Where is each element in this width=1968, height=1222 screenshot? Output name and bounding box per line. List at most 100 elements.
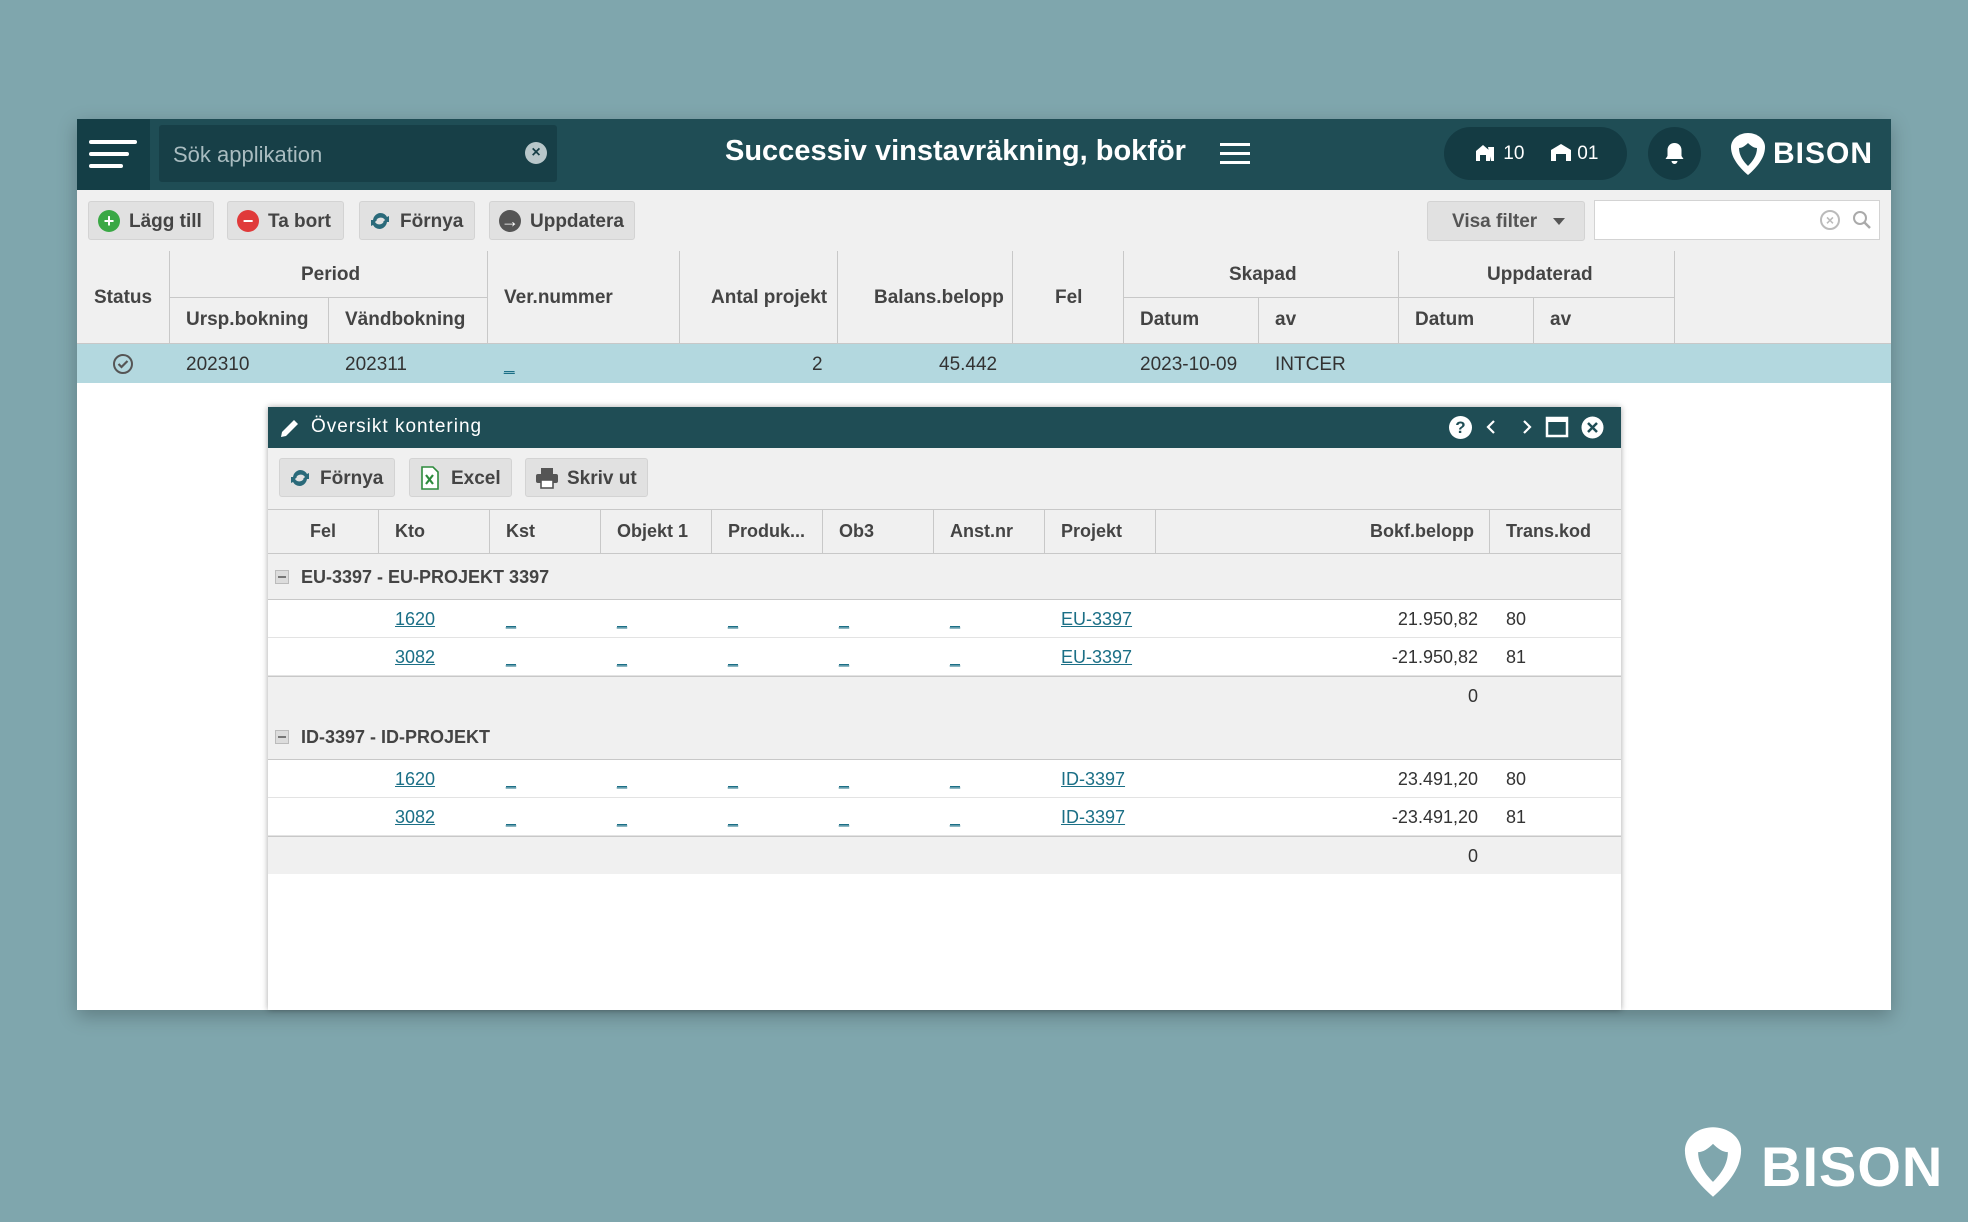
col-skapad-datum[interactable]: Datum bbox=[1140, 309, 1199, 331]
notifications-button[interactable] bbox=[1648, 127, 1701, 180]
cell-projekt-link[interactable]: ID-3397 bbox=[1061, 807, 1125, 828]
company-selector[interactable]: 10 01 bbox=[1444, 127, 1627, 180]
group-label: EU-3397 - EU-PROJEKT 3397 bbox=[301, 567, 550, 587]
cell-kto-link[interactable]: 3082 bbox=[395, 807, 435, 828]
maximize-icon[interactable] bbox=[1545, 416, 1569, 438]
pencil-icon bbox=[281, 420, 298, 437]
col-balans[interactable]: Balans.belopp bbox=[874, 287, 1004, 309]
add-button[interactable]: + Lägg till bbox=[88, 201, 214, 240]
print-button[interactable]: Skriv ut bbox=[525, 458, 648, 497]
cell-ob3-link[interactable]: _ bbox=[839, 647, 849, 668]
cell-anst-link[interactable]: _ bbox=[950, 647, 960, 668]
status-ok-icon bbox=[113, 354, 133, 374]
col-skapad-av[interactable]: av bbox=[1275, 309, 1296, 331]
cell-ob3-link[interactable]: _ bbox=[839, 769, 849, 790]
col-status[interactable]: Status bbox=[94, 287, 152, 309]
cell-objekt1-link[interactable]: _ bbox=[617, 807, 627, 828]
cell-objekt1-link[interactable]: _ bbox=[617, 609, 627, 630]
delete-button[interactable]: − Ta bort bbox=[227, 201, 344, 240]
cell-vand: 202311 bbox=[345, 354, 407, 375]
col-objekt1[interactable]: Objekt 1 bbox=[617, 521, 688, 542]
col-anst[interactable]: Anst.nr bbox=[950, 521, 1013, 542]
cell-anst-link[interactable]: _ bbox=[950, 769, 960, 790]
cell-anst-link[interactable]: _ bbox=[950, 609, 960, 630]
col-kst[interactable]: Kst bbox=[506, 521, 535, 542]
cell-ob3-link[interactable]: _ bbox=[839, 807, 849, 828]
cell-produkt-link[interactable]: _ bbox=[728, 609, 738, 630]
help-icon[interactable]: ? bbox=[1449, 416, 1472, 439]
refresh-button[interactable]: Förnya bbox=[359, 201, 475, 240]
col-period: Period bbox=[301, 264, 361, 285]
cell-ob3-link[interactable]: _ bbox=[839, 609, 849, 630]
col-ursp[interactable]: Ursp.bokning bbox=[186, 309, 308, 331]
cell-kst-link[interactable]: _ bbox=[506, 609, 516, 630]
clear-filter-icon[interactable]: × bbox=[1820, 210, 1840, 230]
dialog-refresh-button[interactable]: Förnya bbox=[279, 458, 395, 497]
group-row[interactable]: EU-3397 - EU-PROJEKT 3397 bbox=[268, 554, 1621, 600]
cell-ver-link[interactable]: _ bbox=[504, 354, 515, 376]
dialog-grid-header: Fel Kto Kst Objekt 1 Produk... Ob3 Anst.… bbox=[268, 509, 1621, 555]
cell-produkt-link[interactable]: _ bbox=[728, 647, 738, 668]
col-transkod[interactable]: Trans.kod bbox=[1506, 521, 1591, 542]
col-kto[interactable]: Kto bbox=[395, 521, 425, 542]
col-fel[interactable]: Fel bbox=[1055, 287, 1082, 309]
logo-text: BISON bbox=[1773, 137, 1874, 170]
cell-projekt-link[interactable]: EU-3397 bbox=[1061, 647, 1132, 668]
table-row[interactable]: 202310 202311 _ 2 45.442 2023-10-09 INTC… bbox=[77, 344, 1891, 383]
cell-objekt1-link[interactable]: _ bbox=[617, 769, 627, 790]
cell-transkod: 81 bbox=[1506, 647, 1527, 667]
arrow-right-icon: → bbox=[499, 210, 521, 232]
col-vand[interactable]: Vändbokning bbox=[345, 309, 465, 331]
company-icon bbox=[1476, 145, 1494, 161]
show-filter-button[interactable]: Visa filter bbox=[1427, 201, 1585, 241]
collapse-icon[interactable] bbox=[275, 570, 289, 584]
title-menu-icon[interactable] bbox=[1220, 143, 1250, 165]
filter-search-input[interactable]: × bbox=[1594, 200, 1880, 240]
plus-icon: + bbox=[98, 210, 120, 232]
company-count: 10 bbox=[1503, 143, 1525, 164]
col-belopp[interactable]: Bokf.belopp bbox=[1370, 521, 1474, 542]
update-button[interactable]: → Uppdatera bbox=[489, 201, 635, 240]
cell-ursp: 202310 bbox=[186, 354, 250, 375]
collapse-icon[interactable] bbox=[275, 730, 289, 744]
cell-kto-link[interactable]: 3082 bbox=[395, 647, 435, 668]
col-uppd-datum[interactable]: Datum bbox=[1415, 309, 1474, 331]
col-projekt[interactable]: Projekt bbox=[1061, 521, 1122, 542]
cell-produkt-link[interactable]: _ bbox=[728, 807, 738, 828]
col-ob3[interactable]: Ob3 bbox=[839, 521, 874, 542]
table-row[interactable]: 1620 _ _ _ _ _ ID-3397 23.491,20 80 bbox=[268, 760, 1621, 798]
col-produkt[interactable]: Produk... bbox=[728, 521, 805, 542]
excel-button[interactable]: Excel bbox=[409, 458, 512, 497]
col-ver[interactable]: Ver.nummer bbox=[504, 287, 613, 309]
cell-kst-link[interactable]: _ bbox=[506, 769, 516, 790]
col-uppdaterad: Uppdaterad bbox=[1487, 264, 1593, 285]
cell-transkod: 80 bbox=[1506, 769, 1527, 789]
close-icon[interactable] bbox=[1581, 416, 1604, 439]
table-row[interactable]: 3082 _ _ _ _ _ ID-3397 -23.491,20 81 bbox=[268, 798, 1621, 836]
cell-projekt-link[interactable]: ID-3397 bbox=[1061, 769, 1125, 790]
cell-kst-link[interactable]: _ bbox=[506, 807, 516, 828]
cell-transkod: 81 bbox=[1506, 807, 1527, 827]
cell-kst-link[interactable]: _ bbox=[506, 647, 516, 668]
col-uppd-av[interactable]: av bbox=[1550, 309, 1571, 331]
cell-projekt-link[interactable]: EU-3397 bbox=[1061, 609, 1132, 630]
cell-objekt1-link[interactable]: _ bbox=[617, 647, 627, 668]
clear-search-icon[interactable]: × bbox=[525, 142, 547, 164]
col-antal[interactable]: Antal projekt bbox=[711, 287, 827, 309]
chevron-left-icon[interactable] bbox=[1482, 417, 1502, 437]
toolbar: + Lägg till − Ta bort Förnya → Uppdatera… bbox=[77, 190, 1891, 251]
main-menu-button[interactable] bbox=[77, 119, 150, 190]
refresh-icon bbox=[291, 469, 309, 487]
excel-icon bbox=[421, 466, 439, 490]
table-row[interactable]: 1620 _ _ _ _ _ EU-3397 21.950,82 80 bbox=[268, 600, 1621, 638]
dialog-title-bar[interactable]: Översikt kontering ? bbox=[268, 407, 1621, 448]
cell-produkt-link[interactable]: _ bbox=[728, 769, 738, 790]
table-row[interactable]: 3082 _ _ _ _ _ EU-3397 -21.950,82 81 bbox=[268, 638, 1621, 676]
cell-anst-link[interactable]: _ bbox=[950, 807, 960, 828]
group-row[interactable]: ID-3397 - ID-PROJEKT bbox=[268, 714, 1621, 760]
chevron-right-icon[interactable] bbox=[1516, 417, 1536, 437]
cell-kto-link[interactable]: 1620 bbox=[395, 609, 435, 630]
app-search-input[interactable]: Sök applikation × bbox=[159, 125, 557, 182]
cell-kto-link[interactable]: 1620 bbox=[395, 769, 435, 790]
col-fel[interactable]: Fel bbox=[310, 521, 336, 542]
